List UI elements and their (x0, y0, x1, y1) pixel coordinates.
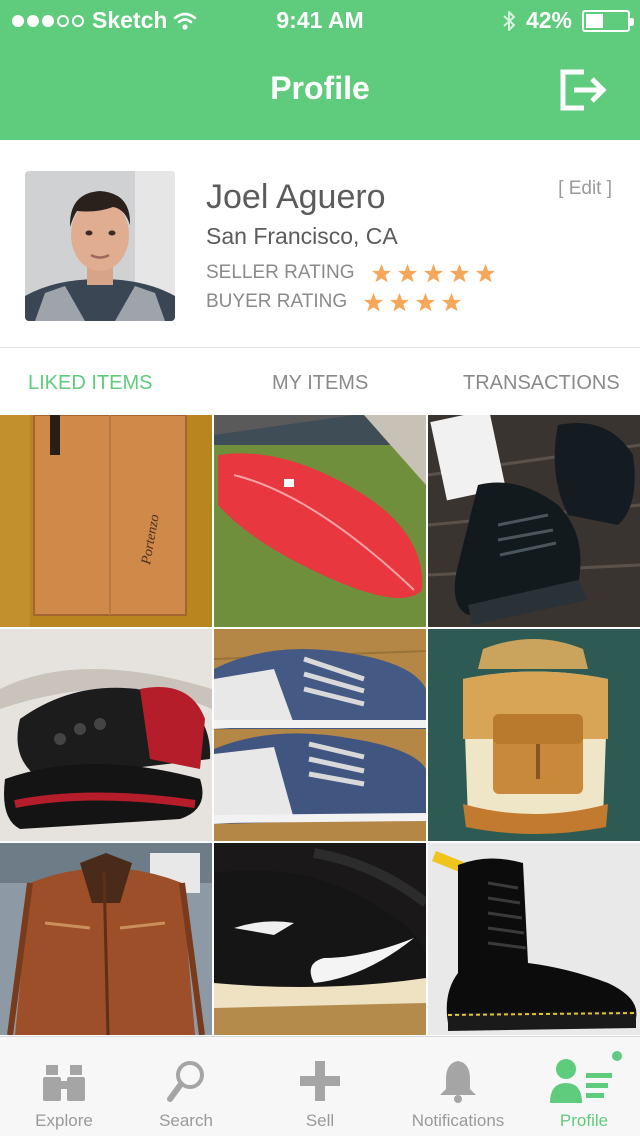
grid-item-leather-jacket[interactable] (0, 843, 212, 1035)
search-icon (167, 1061, 204, 1102)
battery-percent: 42% (525, 7, 572, 33)
black-platform-sneakers-photo (428, 415, 640, 627)
avatar-photo (25, 171, 175, 321)
page-title: Profile (270, 70, 370, 106)
buyer-rating-label: BUYER RATING (206, 291, 348, 312)
profile-location: San Francisco, CA (206, 223, 398, 249)
profile-name: Joel Aguero (206, 178, 386, 216)
grid-item-nike-sneakers[interactable] (214, 843, 426, 1035)
tab-bar-sell[interactable]: Sell (256, 1037, 384, 1136)
logout-icon[interactable] (558, 68, 610, 112)
star-icon (389, 292, 410, 311)
buyer-rating-stars (363, 292, 462, 313)
grid-item-cork-board[interactable]: Portenzo (0, 415, 212, 627)
star-icon (449, 263, 469, 282)
status-bar: Sketch 9:41 AM 42% (0, 0, 640, 40)
bell-icon (440, 1061, 476, 1103)
bottom-tab-bar: Explore Search Sell Notifications Profil… (0, 1036, 640, 1136)
red-black-basketball-shoes-photo (0, 629, 212, 841)
grid-item-surfboard[interactable] (214, 415, 426, 627)
tab-bar-profile-label: Profile (559, 1111, 609, 1130)
avatar[interactable] (25, 171, 175, 321)
black-leather-boot-photo (428, 843, 640, 1035)
tab-bar-profile[interactable]: Profile (520, 1037, 640, 1136)
profile-icon (550, 1059, 612, 1103)
plus-icon (300, 1061, 340, 1101)
red-surfboard-photo (214, 415, 426, 627)
buyer-rating: BUYER RATING (206, 291, 462, 313)
seller-rating-stars (371, 263, 496, 284)
status-right: 42% (502, 7, 634, 34)
canvas-leather-backpack-photo (428, 629, 640, 841)
cork-board-photo: Portenzo (0, 415, 212, 627)
tab-bar-search[interactable]: Search (122, 1037, 250, 1136)
star-icon (397, 263, 417, 282)
binoculars-icon (43, 1065, 85, 1101)
star-icon (415, 292, 436, 311)
grid-item-platform-sneakers[interactable] (428, 415, 640, 627)
tab-bar-explore[interactable]: Explore (0, 1037, 128, 1136)
brown-leather-jacket-photo (0, 843, 212, 1035)
tab-my-items[interactable]: MY ITEMS (272, 372, 368, 395)
tab-bar-notifications[interactable]: Notifications (394, 1037, 522, 1136)
liked-items-grid: Portenzo (0, 415, 640, 1035)
tab-liked-items[interactable]: LIKED ITEMS (28, 372, 152, 395)
battery-icon (582, 9, 634, 32)
tab-bar-explore-label: Explore (35, 1111, 93, 1130)
profile-tabs: LIKED ITEMS MY ITEMS TRANSACTIONS (0, 349, 640, 415)
blue-canvas-sneakers-photo (214, 629, 426, 841)
black-nike-sneakers-photo (214, 843, 426, 1035)
tab-bar-search-label: Search (159, 1111, 213, 1130)
notification-dot-icon (612, 1051, 622, 1061)
tab-bar-notifications-label: Notifications (411, 1111, 505, 1130)
edit-profile-button[interactable]: [ Edit ] (558, 178, 612, 200)
seller-rating: SELLER RATING (206, 262, 496, 284)
grid-item-backpack[interactable] (428, 629, 640, 841)
battery-level (586, 13, 603, 28)
grid-item-leather-boot[interactable] (428, 843, 640, 1035)
star-icon (371, 263, 391, 282)
star-icon (475, 263, 495, 282)
profile-card: Joel Aguero San Francisco, CA SELLER RAT… (0, 140, 640, 348)
star-icon (441, 292, 462, 311)
seller-rating-label: SELLER RATING (206, 262, 355, 283)
header-bar: Sketch 9:41 AM 42% Profile (0, 0, 640, 140)
star-icon (363, 292, 384, 311)
tab-bar-sell-label: Sell (305, 1111, 335, 1130)
bluetooth-icon (503, 10, 515, 31)
grid-item-basketball-shoes[interactable] (0, 629, 212, 841)
star-icon (423, 263, 443, 282)
tab-transactions[interactable]: TRANSACTIONS (463, 372, 620, 395)
grid-item-canvas-sneakers[interactable] (214, 629, 426, 841)
